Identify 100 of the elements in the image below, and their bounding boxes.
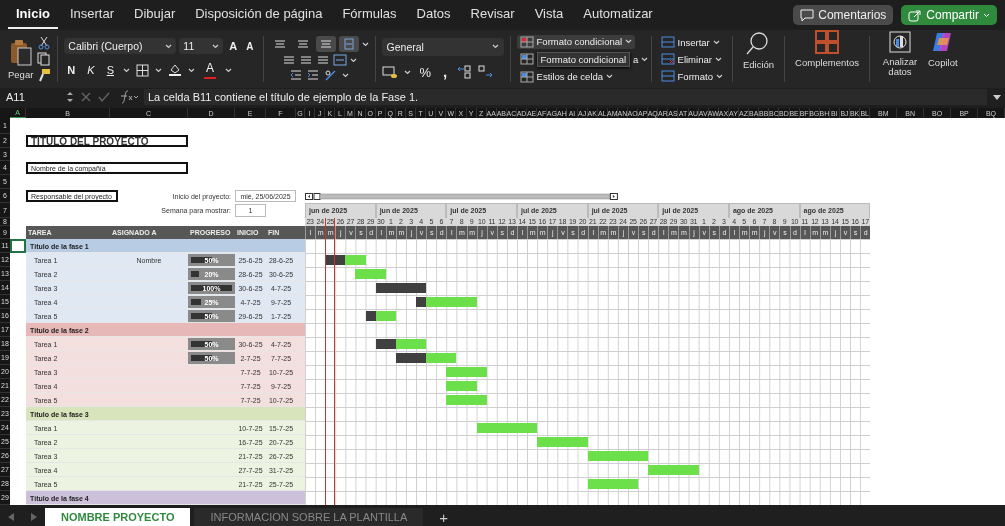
ribbon-tab[interactable]: Revisar xyxy=(462,1,523,29)
italic-button[interactable]: K xyxy=(84,63,98,77)
table-style-icon[interactable] xyxy=(519,35,534,48)
sheet-tab[interactable]: NOMBRE PROYECTO xyxy=(45,508,191,526)
align-left-icon[interactable] xyxy=(281,53,296,67)
gantt-bar-completed xyxy=(325,255,346,265)
ribbon-tab[interactable]: Automatizar xyxy=(575,1,661,29)
currency-icon[interactable] xyxy=(381,65,398,79)
percent-button[interactable]: % xyxy=(416,63,435,81)
caret-icon xyxy=(712,39,720,45)
caret-icon xyxy=(641,56,649,62)
font-family-dropdown[interactable]: Calibri (Cuerpo) xyxy=(64,38,177,54)
paste-icon[interactable] xyxy=(8,38,33,67)
copilot-button[interactable]: Copilot xyxy=(924,30,962,88)
thousands-button[interactable]: , xyxy=(440,65,451,79)
copy-icon[interactable] xyxy=(37,52,52,66)
align-button[interactable] xyxy=(315,36,336,52)
underline-button[interactable]: S xyxy=(103,63,117,77)
bold-button[interactable]: N xyxy=(64,63,79,77)
styles-menu-item[interactable]: Estilos de celda xyxy=(536,71,604,82)
align-right-icon[interactable] xyxy=(315,53,330,67)
caret-icon xyxy=(625,39,633,44)
decrease-decimal-icon[interactable] xyxy=(478,65,495,79)
confirm-icon[interactable] xyxy=(98,91,110,103)
horizontal-scrollbar[interactable] xyxy=(305,192,618,200)
gantt-bar xyxy=(426,297,477,307)
cancel-icon[interactable] xyxy=(80,91,92,103)
previous-sheet-icon[interactable] xyxy=(8,513,15,521)
next-sheet-icon[interactable] xyxy=(30,513,37,521)
caret-icon xyxy=(403,69,411,75)
borders-icon[interactable] xyxy=(136,63,149,77)
caret-icon xyxy=(165,43,173,49)
gantt-bar xyxy=(446,367,487,377)
share-icon xyxy=(908,8,923,22)
font-color-button[interactable]: A xyxy=(201,60,219,80)
paste-label: Pegar xyxy=(8,68,34,80)
wrap-text-button[interactable] xyxy=(338,36,359,52)
selected-cell[interactable] xyxy=(10,239,26,253)
editing-button[interactable]: Edición xyxy=(738,30,779,88)
caret-icon xyxy=(212,43,220,49)
align-icon xyxy=(318,37,333,51)
format-cells-icon[interactable] xyxy=(660,70,675,82)
caret-icon xyxy=(491,44,499,49)
gantt-bar xyxy=(537,437,588,447)
gantt-bar-completed xyxy=(365,311,376,321)
font-size-dropdown[interactable]: 11 xyxy=(179,38,224,54)
gantt-bar-completed xyxy=(395,353,427,363)
styles-menu-item[interactable]: a xyxy=(633,53,639,65)
decrease-indent-icon[interactable] xyxy=(289,68,304,82)
ribbon-tab[interactable]: Vista xyxy=(526,1,572,29)
fill-color-icon[interactable] xyxy=(168,63,182,77)
formula-field[interactable]: La celda B11 contiene el título de ejemplo de la Fase 1. xyxy=(144,89,987,105)
project-title-field[interactable]: TÍTULO DEL PROYECTO xyxy=(26,135,188,147)
increase-decimal-icon[interactable] xyxy=(456,65,473,79)
analyze-data-button[interactable]: Analizar datos xyxy=(876,30,924,88)
gantt-bar xyxy=(587,451,649,461)
gantt-bar xyxy=(587,479,639,489)
caret-icon xyxy=(188,67,195,73)
decrease-font-button[interactable]: A xyxy=(243,39,257,53)
cells-menu-item[interactable]: Formato xyxy=(677,70,713,82)
table-style-icon[interactable] xyxy=(519,70,534,83)
gantt-bar xyxy=(476,423,538,433)
stepper-icon[interactable] xyxy=(66,90,74,104)
align-center-icon[interactable] xyxy=(298,53,313,67)
tooltip: Formato condicional xyxy=(536,51,631,67)
caret-icon xyxy=(715,73,723,79)
table-style-icon[interactable] xyxy=(519,53,534,65)
comments-button[interactable]: Comentarios xyxy=(793,5,894,25)
sheet-tab[interactable]: INFORMACION SOBRE LA PLANTILLA xyxy=(194,508,424,526)
caret-icon xyxy=(361,41,369,47)
cells-menu-item[interactable]: Insertar xyxy=(677,36,710,48)
gantt-bar xyxy=(375,311,396,321)
align-icon xyxy=(272,37,287,51)
speech-bubble-icon xyxy=(800,8,815,22)
increase-indent-icon[interactable] xyxy=(306,68,321,82)
ribbon-tab[interactable]: Dibujar xyxy=(126,1,184,29)
merge-cells-icon[interactable] xyxy=(332,53,347,67)
number-format-dropdown[interactable]: General xyxy=(381,37,504,56)
ribbon-tab[interactable]: Disposición de página xyxy=(187,1,331,29)
insert-cells-icon[interactable] xyxy=(660,36,675,48)
name-box[interactable]: A11 xyxy=(0,91,60,103)
share-button[interactable]: Compartir xyxy=(901,5,997,25)
brush-icon[interactable] xyxy=(37,68,52,82)
gantt-bar-completed xyxy=(416,297,427,307)
ribbon-tab[interactable]: Inicio xyxy=(8,1,58,29)
increase-font-button[interactable]: A xyxy=(226,39,241,53)
ribbon-tab[interactable]: Insertar xyxy=(61,1,123,29)
gantt-bar xyxy=(345,255,366,265)
caret-icon xyxy=(983,12,990,18)
cells-menu-item[interactable]: Eliminar xyxy=(677,53,712,65)
gantt-bar xyxy=(395,339,427,349)
expand-icon[interactable] xyxy=(993,93,1001,101)
delete-cells-icon[interactable] xyxy=(660,53,675,65)
add-ins-button[interactable]: Complementos xyxy=(791,30,863,88)
ribbon-tab[interactable]: Fórmulas xyxy=(334,1,405,29)
align-icon xyxy=(295,37,310,51)
ribbon-tab[interactable]: Datos xyxy=(408,1,459,29)
scissors-icon[interactable] xyxy=(37,36,52,50)
add-sheet-button[interactable]: + xyxy=(427,508,461,526)
gantt-bar xyxy=(355,269,386,279)
